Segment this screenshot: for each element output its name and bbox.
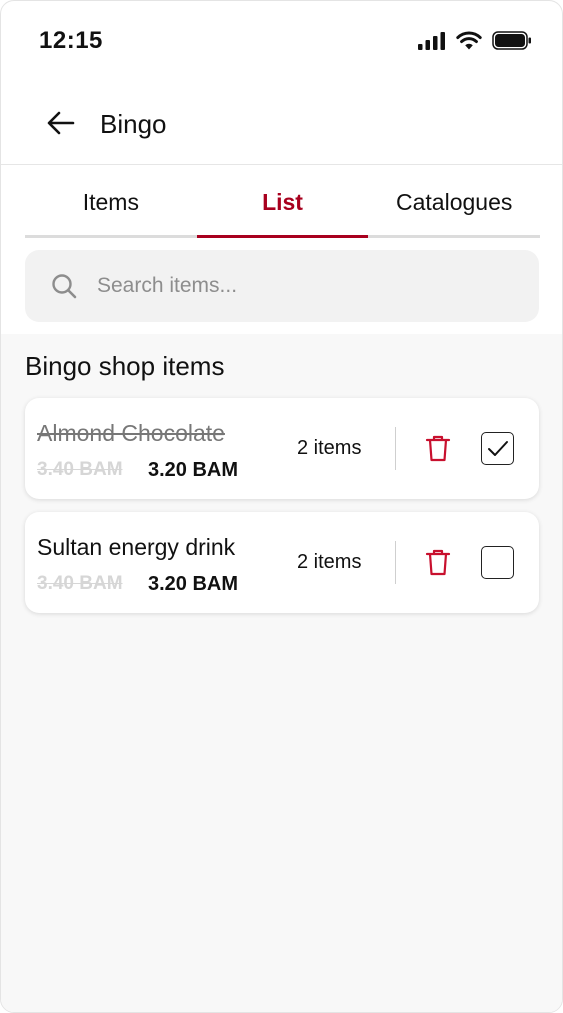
status-bar: 12:15 [1, 1, 562, 81]
new-price: 3.20 BAM [148, 573, 239, 595]
back-button[interactable] [45, 107, 77, 139]
search-bar[interactable] [25, 250, 539, 322]
tab-bar: Items List Catalogues [25, 165, 540, 238]
item-name: Sultan energy drink [37, 534, 236, 560]
trash-icon [425, 549, 451, 576]
status-icons [418, 31, 532, 50]
item-checkbox[interactable] [481, 546, 514, 579]
app-header: Bingo [1, 91, 562, 165]
trash-icon [425, 435, 451, 462]
item-quantity: 2 items [297, 437, 362, 459]
delete-button[interactable] [423, 547, 453, 577]
item-checkbox[interactable] [481, 432, 514, 465]
item-quantity: 2 items [297, 551, 362, 573]
tab-catalogues[interactable]: Catalogues [368, 165, 540, 235]
new-price: 3.20 BAM [148, 459, 239, 481]
wifi-icon [456, 31, 482, 50]
list-item: Almond Chocolate 3.40 BAM 3.20 BAM 2 ite… [25, 398, 539, 499]
tab-list[interactable]: List [196, 165, 369, 238]
page-title: Bingo [100, 109, 167, 139]
section-title: Bingo shop items [25, 351, 225, 381]
phone-screen: 12:15 Bingo Items List Catalogues Search… [0, 0, 563, 1013]
divider [395, 541, 396, 584]
old-price: 3.40 BAM [37, 459, 123, 480]
list-content: Bingo shop items Almond Chocolate 3.40 B… [1, 334, 562, 1012]
list-item: Sultan energy drink 3.40 BAM 3.20 BAM 2 … [25, 512, 539, 613]
status-time: 12:15 [39, 27, 103, 54]
delete-button[interactable] [423, 433, 453, 463]
item-name: Almond Chocolate [37, 420, 225, 446]
search-input[interactable] [97, 274, 477, 298]
signal-icon [418, 31, 445, 50]
search-icon [52, 274, 77, 299]
old-price: 3.40 BAM [37, 573, 123, 594]
divider [395, 427, 396, 470]
tab-items[interactable]: Items [25, 165, 197, 235]
battery-icon [492, 31, 531, 50]
arrow-left-icon [47, 111, 75, 135]
checkmark-icon [487, 440, 508, 456]
